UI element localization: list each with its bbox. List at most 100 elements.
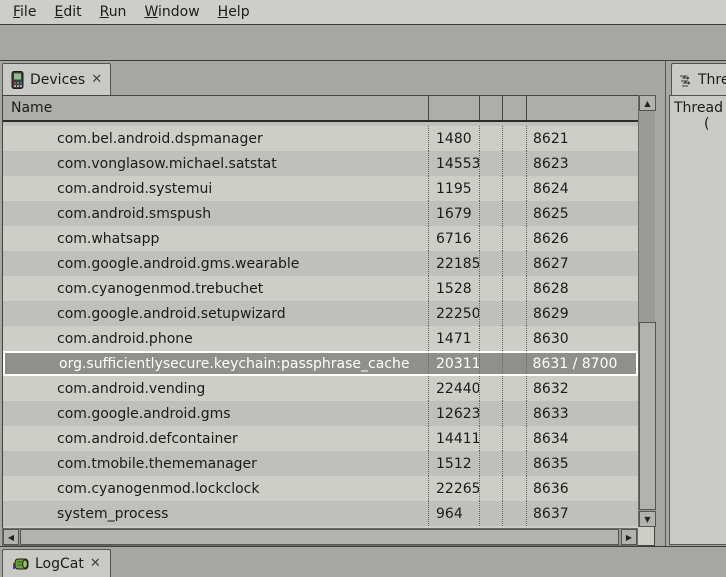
menu-help[interactable]: Help — [215, 2, 253, 22]
process-port-cell: 8631 / 8700 — [527, 353, 636, 374]
process-pid-cell: 22265 — [429, 476, 480, 501]
empty-cell — [480, 251, 503, 276]
table-row[interactable]: com.android.smspush 1679 8625 — [3, 201, 638, 226]
threads-message-line2: ( — [670, 116, 726, 132]
process-pid-cell: 1471 — [429, 326, 480, 351]
empty-cell — [480, 401, 503, 426]
table-row[interactable]: com.google.android.setupwizard 22250 862… — [3, 301, 638, 326]
table-row[interactable]: com.android.vending 22440 8632 — [3, 376, 638, 401]
table-row[interactable]: com.android.defcontainer 14411 8634 — [3, 426, 638, 451]
menu-edit[interactable]: Edit — [51, 2, 84, 22]
menu-file[interactable]: File — [10, 2, 39, 22]
empty-cell — [503, 251, 527, 276]
process-name-cell: com.vonglasow.michael.satstat — [3, 151, 429, 176]
process-port-cell: 8635 — [527, 451, 637, 476]
vertical-scrollbar-thumb[interactable] — [639, 322, 656, 510]
close-icon[interactable]: ✕ — [90, 557, 101, 570]
tab-logcat[interactable]: LogCat ✕ — [2, 549, 111, 577]
process-port-cell: 8634 — [527, 426, 637, 451]
scroll-right-button[interactable]: ▶ — [621, 529, 637, 545]
threads-message-line1: Thread up — [670, 100, 726, 116]
empty-cell — [503, 376, 527, 401]
process-pid-cell: 14411 — [429, 426, 480, 451]
table-row[interactable]: com.vonglasow.michael.satstat 14553 8623 — [3, 151, 638, 176]
process-pid-cell: 1528 — [429, 276, 480, 301]
process-pid-cell: 12623 — [429, 401, 480, 426]
process-port-cell: 8630 — [527, 326, 637, 351]
empty-cell — [480, 201, 503, 226]
empty-cell — [503, 176, 527, 201]
devices-tab-bar: Devices ✕ — [0, 61, 663, 95]
menu-run[interactable]: Run — [97, 2, 130, 22]
logcat-tab-bar: LogCat ✕ — [0, 547, 726, 577]
column-header-3[interactable] — [480, 96, 503, 120]
process-name-cell: com.whatsapp — [3, 226, 429, 251]
column-header-name[interactable]: Name — [3, 96, 429, 120]
tab-threads[interactable]: Threads — [671, 63, 726, 95]
process-port-cell: 8633 — [527, 401, 637, 426]
scroll-left-button[interactable]: ◀ — [3, 529, 19, 545]
empty-cell — [480, 276, 503, 301]
table-header: Name — [3, 96, 654, 122]
tab-devices[interactable]: Devices ✕ — [2, 63, 111, 95]
table-row[interactable]: com.google.android.gms.wearable 22185 86… — [3, 251, 638, 276]
process-name-cell: org.sufficientlysecure.keychain:passphra… — [5, 353, 429, 374]
process-port-cell: 8624 — [527, 176, 637, 201]
table-row[interactable]: com.whatsapp 6716 8626 — [3, 226, 638, 251]
process-pid-cell: 1480 — [429, 126, 480, 151]
process-name-cell: com.google.android.gms — [3, 401, 429, 426]
process-name-cell: com.android.phone — [3, 326, 429, 351]
process-port-cell: 8625 — [527, 201, 637, 226]
empty-cell — [503, 476, 527, 501]
empty-cell — [480, 501, 503, 526]
tab-devices-label: Devices — [30, 72, 85, 88]
process-port-cell: 8636 — [527, 476, 637, 501]
column-header-port[interactable] — [527, 96, 637, 120]
table-row[interactable]: com.tmobile.thememanager 1512 8635 — [3, 451, 638, 476]
horizontal-scrollbar-thumb[interactable] — [20, 529, 619, 545]
table-row[interactable]: com.cyanogenmod.lockclock 22265 8636 — [3, 476, 638, 501]
process-port-cell: 8626 — [527, 226, 637, 251]
threads-panel-content: Thread up ( — [669, 95, 726, 545]
empty-cell — [503, 226, 527, 251]
empty-cell — [503, 401, 527, 426]
process-table: Name com.bel.android.dspmanager 1480 862… — [2, 95, 655, 546]
empty-cell — [480, 476, 503, 501]
process-pid-cell: 6716 — [429, 226, 480, 251]
table-row[interactable]: com.bel.android.dspmanager 1480 8621 — [3, 126, 638, 151]
table-row[interactable]: com.cyanogenmod.trebuchet 1528 8628 — [3, 276, 638, 301]
table-row[interactable]: org.sufficientlysecure.keychain:passphra… — [3, 351, 638, 376]
process-port-cell: 8637 — [527, 501, 637, 526]
threads-icon — [679, 73, 693, 87]
empty-cell — [503, 126, 527, 151]
vertical-scrollbar[interactable]: ▲ ▼ — [638, 95, 655, 527]
menu-window[interactable]: Window — [141, 2, 202, 22]
scroll-down-button[interactable]: ▼ — [639, 511, 656, 527]
ddms-window: File Edit Run Window Help Devices — [0, 0, 726, 577]
table-row[interactable]: com.google.android.gms 12623 8633 — [3, 401, 638, 426]
sash-divider[interactable] — [665, 61, 666, 546]
column-header-pid[interactable] — [429, 96, 480, 120]
column-header-name-label: Name — [11, 100, 52, 116]
logcat-icon — [12, 557, 29, 571]
process-name-cell: com.google.android.setupwizard — [3, 301, 429, 326]
horizontal-scrollbar[interactable]: ◀ ▶ — [2, 528, 638, 546]
process-name-cell: com.android.vending — [3, 376, 429, 401]
empty-cell — [480, 301, 503, 326]
empty-cell — [503, 353, 527, 374]
tab-threads-label: Threads — [698, 72, 726, 88]
menu-bar: File Edit Run Window Help — [0, 0, 726, 25]
process-pid-cell: 22440 — [429, 376, 480, 401]
close-icon[interactable]: ✕ — [91, 73, 102, 86]
table-row[interactable]: com.android.systemui 1195 8624 — [3, 176, 638, 201]
process-port-cell: 8627 — [527, 251, 637, 276]
table-row[interactable]: com.android.phone 1471 8630 — [3, 326, 638, 351]
process-table-body: com.bel.android.dspmanager 1480 8621 com… — [3, 126, 638, 526]
scroll-up-button[interactable]: ▲ — [639, 95, 656, 111]
column-header-4[interactable] — [503, 96, 527, 120]
empty-cell — [480, 376, 503, 401]
empty-cell — [503, 326, 527, 351]
empty-cell — [480, 151, 503, 176]
table-row[interactable]: system_process 964 8637 — [3, 501, 638, 526]
process-pid-cell: 14553 — [429, 151, 480, 176]
